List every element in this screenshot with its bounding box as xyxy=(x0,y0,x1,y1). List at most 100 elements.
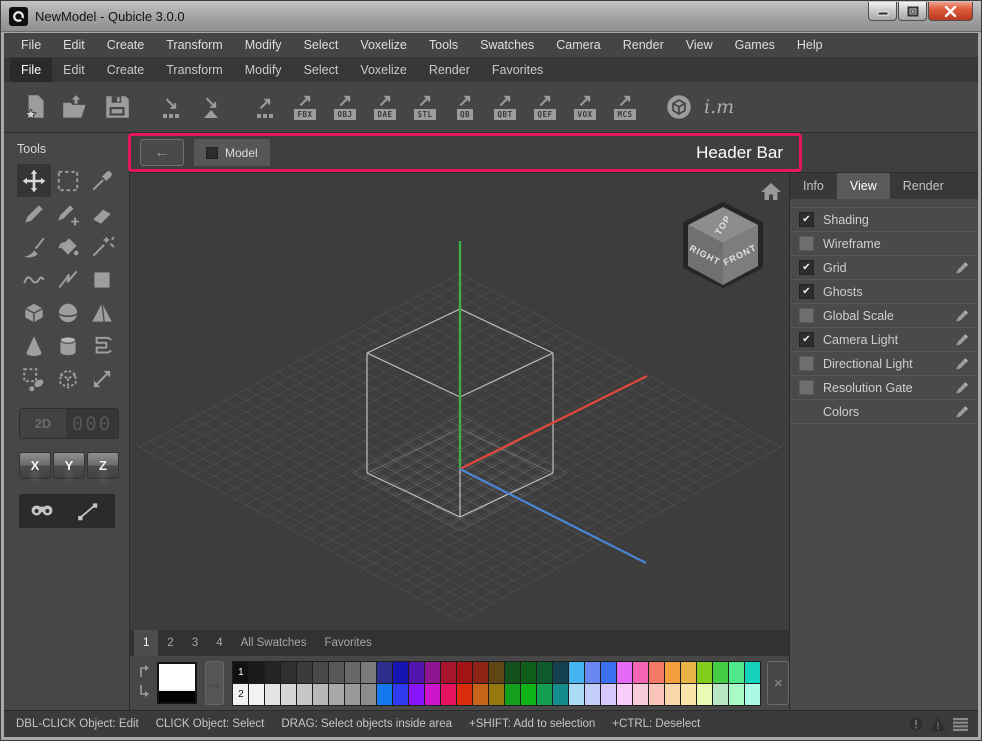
tool-magic-wand[interactable] xyxy=(85,230,119,263)
tool-rectangle[interactable] xyxy=(85,263,119,296)
swatch-cell[interactable] xyxy=(425,684,440,705)
checkbox-camera-light[interactable]: ✔ xyxy=(799,332,814,347)
tool-color-picker[interactable] xyxy=(85,164,119,197)
menu-view[interactable]: View xyxy=(675,34,724,56)
tab-info[interactable]: Info xyxy=(790,173,837,199)
swatch-cell[interactable] xyxy=(681,684,696,705)
tab-view[interactable]: View xyxy=(837,173,890,199)
swatch-cell[interactable] xyxy=(617,662,632,683)
swatch-cell[interactable] xyxy=(617,684,632,705)
swatch-cell[interactable] xyxy=(329,684,344,705)
axis-z-button[interactable]: Z xyxy=(87,452,119,479)
export-button[interactable]: ↗ xyxy=(248,95,282,120)
view-cube[interactable]: TOP RIGHT FRONT xyxy=(673,193,773,297)
swatch-cell[interactable] xyxy=(505,662,520,683)
save-button[interactable] xyxy=(100,90,134,124)
delete-swatch-button[interactable]: × xyxy=(767,661,789,705)
apply-color-button[interactable]: → xyxy=(205,661,225,705)
edit-pencil-icon[interactable] xyxy=(955,381,969,395)
swatch-cell[interactable] xyxy=(425,662,440,683)
tool-brush[interactable] xyxy=(17,230,51,263)
swatch-cell[interactable] xyxy=(585,662,600,683)
minimize-button[interactable] xyxy=(868,2,897,21)
menu2-edit[interactable]: Edit xyxy=(52,58,96,82)
menu-modify[interactable]: Modify xyxy=(234,34,293,56)
menu-tools[interactable]: Tools xyxy=(418,34,469,56)
swatch-cell[interactable] xyxy=(393,662,408,683)
swatch-tab-2[interactable]: 2 xyxy=(158,630,182,656)
swatch-cell[interactable] xyxy=(409,684,424,705)
tool-cone[interactable] xyxy=(17,329,51,362)
warning-icon[interactable] xyxy=(930,717,946,731)
viewport-3d[interactable]: TOP RIGHT FRONT xyxy=(130,173,790,630)
new-model-button[interactable] xyxy=(18,90,52,124)
background-color[interactable] xyxy=(159,689,195,702)
menu-edit[interactable]: Edit xyxy=(52,34,96,56)
menu-games[interactable]: Games xyxy=(724,34,786,56)
close-button[interactable] xyxy=(928,2,973,21)
swatch-cell[interactable] xyxy=(569,684,584,705)
swatch-cell[interactable] xyxy=(537,662,552,683)
swatch-cell[interactable] xyxy=(329,662,344,683)
swatch-tab-4[interactable]: 4 xyxy=(207,630,231,656)
checkbox-grid[interactable]: ✔ xyxy=(799,260,814,275)
menu-swatches[interactable]: Swatches xyxy=(469,34,545,56)
export-dae-button[interactable]: ↗DAE xyxy=(368,92,402,122)
swatch-cell[interactable] xyxy=(249,662,264,683)
swatch-cell[interactable] xyxy=(553,662,568,683)
mask-button[interactable] xyxy=(19,496,65,526)
tool-pyramid[interactable] xyxy=(85,296,119,329)
export-stl-button[interactable]: ↗STL xyxy=(408,92,442,122)
export-qbt-button[interactable]: ↗QBT xyxy=(488,92,522,122)
swatch-cell[interactable] xyxy=(537,684,552,705)
swatch-cell[interactable] xyxy=(505,684,520,705)
tool-select[interactable] xyxy=(51,164,85,197)
tool-fill[interactable] xyxy=(51,230,85,263)
swatch-cell[interactable] xyxy=(265,662,280,683)
swatch-cell[interactable] xyxy=(489,684,504,705)
sketchfab-button[interactable] xyxy=(662,90,696,124)
swatch-cell[interactable] xyxy=(393,684,408,705)
swatch-cell[interactable] xyxy=(601,662,616,683)
swatch-cell[interactable] xyxy=(729,662,744,683)
mode-2d-button[interactable]: 2D xyxy=(20,409,66,438)
swatch-cell[interactable] xyxy=(361,662,376,683)
swap-colors-icon[interactable] xyxy=(137,663,153,704)
swatch-cell[interactable] xyxy=(553,684,568,705)
tool-paint-select[interactable] xyxy=(17,362,51,395)
im-button[interactable]: i.m xyxy=(702,94,736,120)
export-vox-button[interactable]: ↗VOX xyxy=(568,92,602,122)
tool-box[interactable] xyxy=(17,296,51,329)
menu-render[interactable]: Render xyxy=(612,34,675,56)
titlebar[interactable]: NewModel - Qubicle 3.0.0 xyxy=(1,1,981,32)
swatch-cell[interactable] xyxy=(473,662,488,683)
swatch-cell[interactable] xyxy=(441,684,456,705)
checkbox-directional-light[interactable] xyxy=(799,356,814,371)
back-button[interactable]: ← xyxy=(140,139,184,166)
swatch-cell[interactable] xyxy=(585,684,600,705)
swatch-cell[interactable] xyxy=(745,684,760,705)
tool-extrude[interactable] xyxy=(85,329,119,362)
export-qb-button[interactable]: ↗QB xyxy=(448,92,482,122)
swatch-cell[interactable] xyxy=(697,684,712,705)
edit-pencil-icon[interactable] xyxy=(955,357,969,371)
edit-pencil-icon[interactable] xyxy=(955,261,969,275)
edit-pencil-icon[interactable] xyxy=(955,405,969,419)
swatch-cell[interactable] xyxy=(713,662,728,683)
menu2-create[interactable]: Create xyxy=(96,58,156,82)
swatch-tab-3[interactable]: 3 xyxy=(183,630,207,656)
swatch-cell[interactable] xyxy=(665,684,680,705)
swatch-cell[interactable] xyxy=(633,662,648,683)
swatch-cell[interactable] xyxy=(745,662,760,683)
axis-x-button[interactable]: X xyxy=(19,452,51,479)
menu-create[interactable]: Create xyxy=(96,34,156,56)
swatch-cell[interactable] xyxy=(649,684,664,705)
tool-pencil-add[interactable] xyxy=(51,197,85,230)
swatch-cell[interactable] xyxy=(377,684,392,705)
swatch-cell[interactable] xyxy=(729,684,744,705)
swatch-tab-favorites[interactable]: Favorites xyxy=(315,630,380,656)
menu2-transform[interactable]: Transform xyxy=(155,58,234,82)
export-mcs-button[interactable]: ↗MCS xyxy=(608,92,642,122)
export-qef-button[interactable]: ↗QEF xyxy=(528,92,562,122)
tool-eraser[interactable] xyxy=(85,197,119,230)
